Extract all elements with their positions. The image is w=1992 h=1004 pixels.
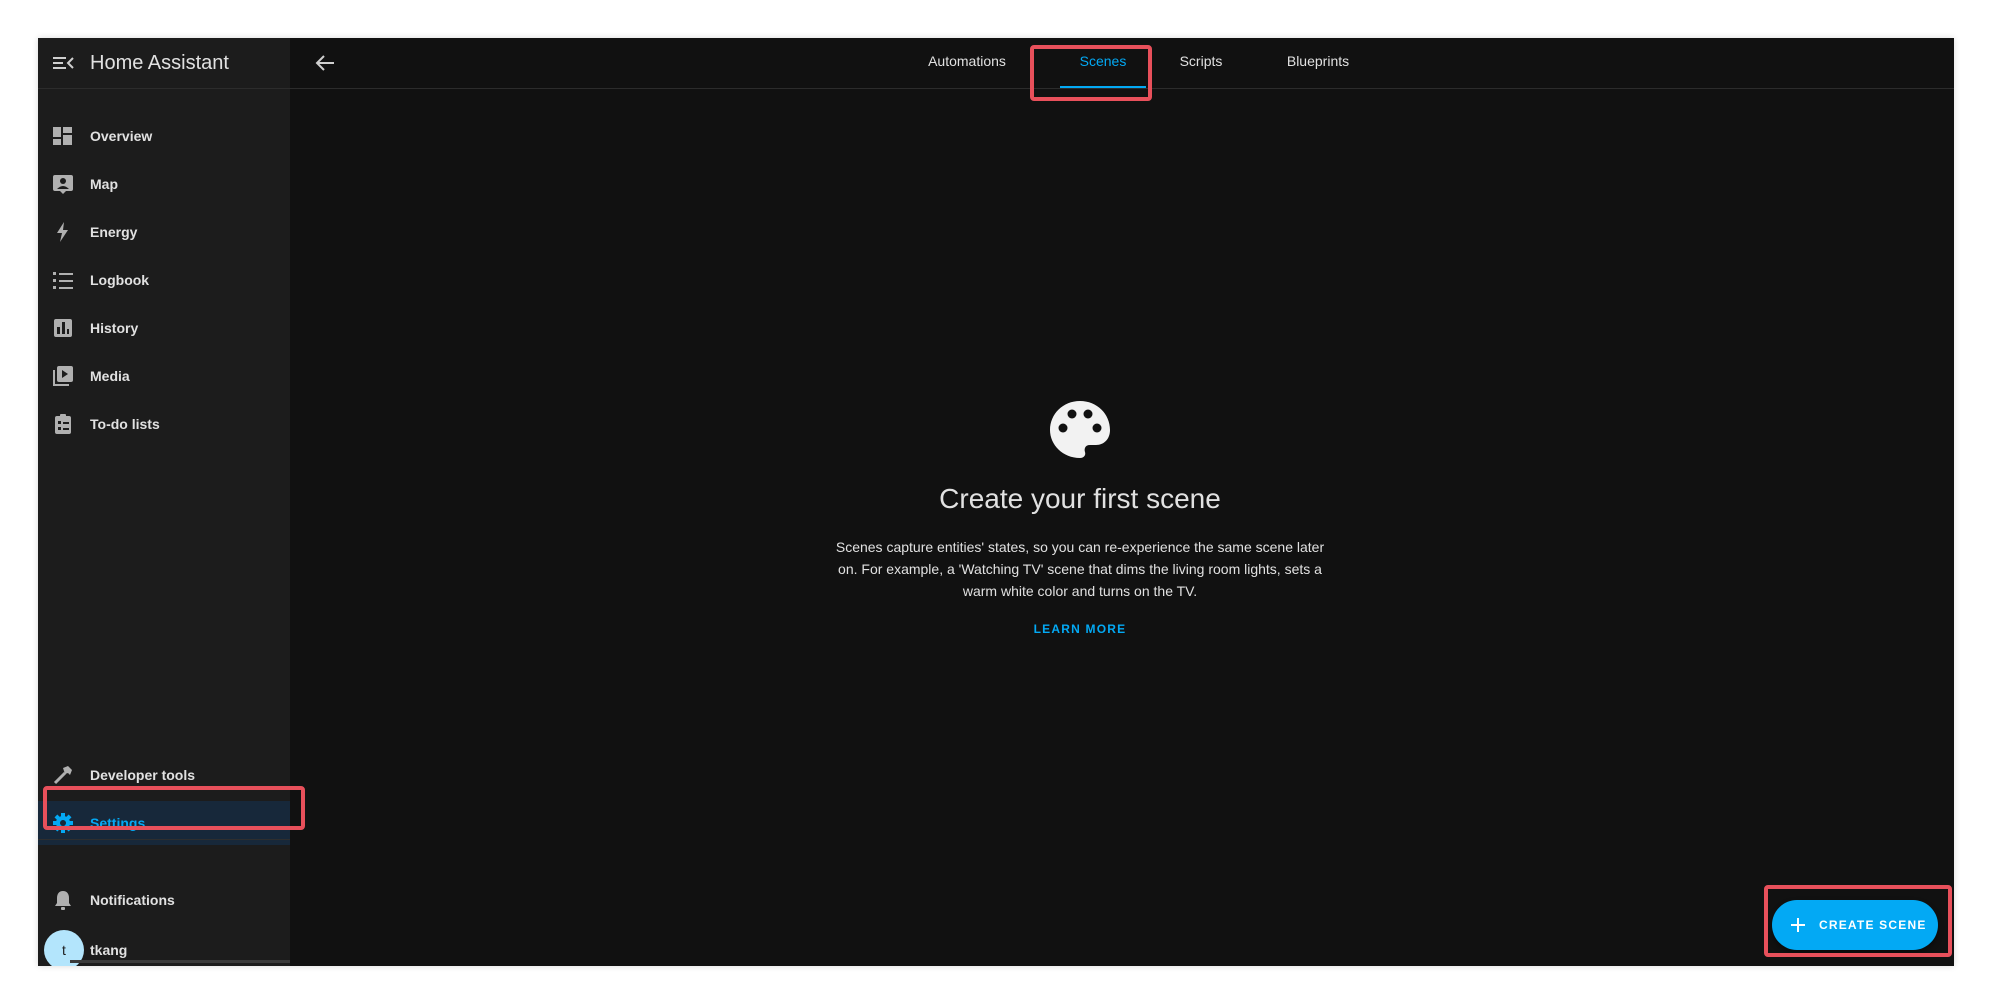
sidebar-divider: [38, 839, 290, 840]
sidebar-item-todo[interactable]: To-do lists: [38, 402, 290, 446]
sidebar: Home Assistant Overview Map Energy Logbo…: [38, 38, 291, 966]
menu-collapse-icon[interactable]: [48, 48, 78, 78]
bell-icon: [52, 889, 74, 911]
sidebar-item-history[interactable]: History: [38, 306, 290, 350]
learn-more-link[interactable]: LEARN MORE: [1034, 622, 1127, 636]
tab-scripts[interactable]: Scripts: [1162, 38, 1240, 88]
tab-automations[interactable]: Automations: [912, 38, 1022, 88]
sidebar-item-developer-tools[interactable]: Developer tools: [38, 753, 290, 797]
create-scene-button[interactable]: CREATE SCENE: [1772, 900, 1938, 950]
sidebar-item-media[interactable]: Media: [38, 354, 290, 398]
list-icon: [52, 269, 74, 291]
tab-scenes[interactable]: Scenes: [1060, 38, 1146, 88]
app-window: Home Assistant Overview Map Energy Logbo…: [38, 38, 1954, 966]
tab-label: Scripts: [1179, 53, 1223, 69]
sidebar-item-overview[interactable]: Overview: [38, 114, 290, 158]
palette-icon: [1050, 401, 1110, 458]
gear-icon: [52, 812, 74, 834]
clipboard-list-icon: [52, 413, 74, 435]
sidebar-item-label: Notifications: [90, 892, 175, 908]
tab-blueprints[interactable]: Blueprints: [1268, 38, 1368, 88]
tab-label: Automations: [928, 53, 1006, 69]
sidebar-item-label: Media: [90, 368, 130, 384]
empty-state-title: Create your first scene: [939, 483, 1221, 514]
dashboard-icon: [52, 125, 74, 147]
sidebar-header: Home Assistant: [38, 38, 290, 89]
play-box-icon: [52, 365, 74, 387]
empty-state: Create your first scene Scenes capture e…: [770, 398, 1390, 638]
sidebar-item-notifications[interactable]: Notifications: [38, 878, 290, 922]
map-icon: [52, 173, 74, 195]
sidebar-item-label: Overview: [90, 128, 153, 144]
hammer-icon: [52, 764, 74, 786]
sidebar-item-map[interactable]: Map: [38, 162, 290, 206]
sidebar-item-energy[interactable]: Energy: [38, 210, 290, 254]
create-scene-label: CREATE SCENE: [1819, 918, 1927, 932]
back-arrow-icon[interactable]: [310, 48, 340, 78]
top-tab-bar: Automations Scenes Scripts Blueprints: [290, 38, 1954, 89]
sidebar-item-label: History: [90, 320, 139, 336]
main-content: Automations Scenes Scripts Blueprints Cr…: [290, 38, 1954, 966]
chart-box-icon: [52, 317, 74, 339]
sidebar-item-label: Map: [90, 176, 118, 192]
sidebar-item-label: Developer tools: [90, 767, 196, 783]
active-tab-indicator: [1060, 86, 1146, 88]
sidebar-item-label: Logbook: [90, 272, 150, 288]
empty-state-description: Scenes capture entities' states, so you …: [835, 539, 1325, 599]
app-title: Home Assistant: [90, 52, 229, 74]
lightning-bolt-icon: [52, 221, 74, 243]
sidebar-item-logbook[interactable]: Logbook: [38, 258, 290, 302]
plus-icon: [1791, 918, 1805, 932]
tab-label: Blueprints: [1286, 53, 1350, 69]
tab-label: Scenes: [1079, 53, 1127, 69]
sidebar-item-label: Energy: [90, 224, 138, 240]
sidebar-item-label: To-do lists: [90, 416, 160, 432]
